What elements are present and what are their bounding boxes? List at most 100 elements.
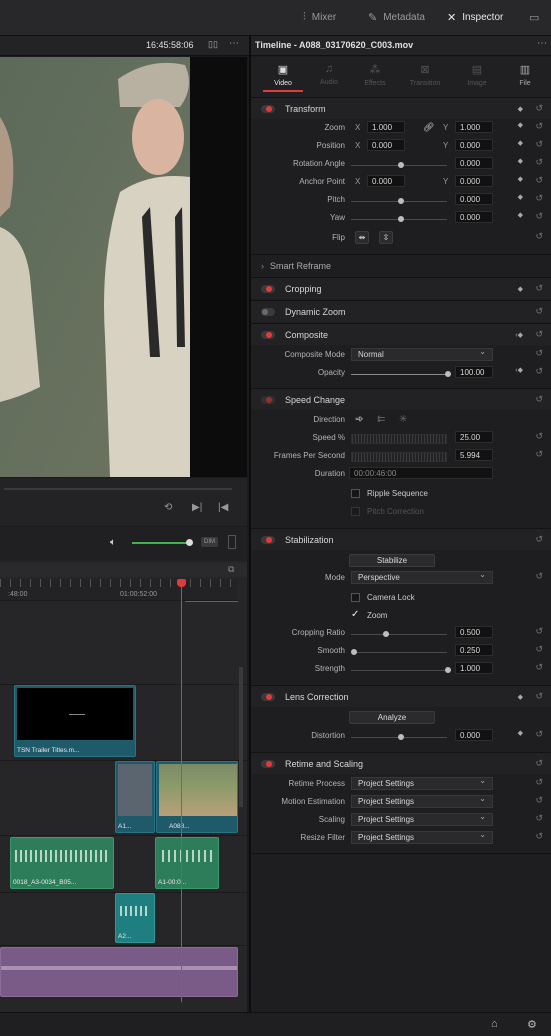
timeline-view-icon[interactable]: ⧉ [228,564,234,575]
reset-icon[interactable]: ↺ [535,662,543,673]
speaker-icon[interactable]: 🔈︎ [110,537,116,548]
keyframe-icon[interactable]: ◆ [518,139,523,147]
volume-slider[interactable] [132,542,188,544]
smooth-knob[interactable] [351,649,357,655]
dynamic-zoom-toggle[interactable] [261,307,275,316]
reset-icon[interactable]: ↺ [535,394,543,405]
tab-transition[interactable]: ⊠ Transition [403,63,447,87]
reset-icon[interactable]: ↺ [535,175,543,186]
opacity-knob[interactable] [445,371,451,377]
yaw-knob[interactable] [398,216,404,222]
cropping-ratio-knob[interactable] [383,631,389,637]
reset-icon[interactable]: ↺ [535,103,543,114]
rotation-knob[interactable] [398,162,404,168]
tab-file[interactable]: ▥ File [505,63,545,87]
lens-correction-toggle[interactable] [261,692,275,701]
reverse-icon[interactable]: ⇇ [377,414,385,425]
mixer-button[interactable]: ⫶ Mixer [303,11,336,24]
zoom-y-field[interactable]: 1.000 [455,121,493,133]
fps-field[interactable]: 5.994 [455,449,493,461]
reset-icon[interactable]: ↺ [535,571,543,582]
retime-scaling-header[interactable]: Retime and Scaling ↺ [251,752,551,774]
reset-icon[interactable]: ↺ [535,283,543,294]
transform-section-header[interactable]: Transform ◆ ↺ [251,97,551,119]
music-clip[interactable] [0,947,238,997]
next-frame-icon[interactable]: ▶| [192,502,202,513]
keyframe-icon[interactable]: ◆ [518,285,523,293]
opacity-slider[interactable] [351,374,447,375]
audio-clip-2[interactable]: A1-00:0... [155,837,219,889]
reset-icon[interactable]: ↺ [535,157,543,168]
dim-button[interactable]: DIM [201,537,218,547]
playhead-marker[interactable] [177,579,186,587]
duration-field[interactable]: 00:00:46:00 [349,467,493,479]
position-x-field[interactable]: 0.000 [367,139,405,151]
keyframe-icon[interactable]: ◆ [518,211,523,219]
volume-knob[interactable] [186,539,193,546]
reset-icon[interactable]: ↺ [535,211,543,222]
rotation-field[interactable]: 0.000 [455,157,493,169]
reset-icon[interactable]: ↺ [535,534,543,545]
viewer-options-icon[interactable]: ⋯ [229,38,239,49]
last-frame-icon[interactable]: |◀ [218,502,228,513]
reset-icon[interactable]: ↺ [535,139,543,150]
speed-change-toggle[interactable] [261,395,275,404]
distortion-knob[interactable] [398,734,404,740]
viewer-frame[interactable] [0,57,247,477]
resize-filter-dropdown[interactable]: Project Settings [351,830,493,844]
checkmark-icon[interactable]: ✓ [351,609,359,620]
lens-correction-header[interactable]: Lens Correction ◆ ↺ [251,685,551,707]
title-clip[interactable]: TSN Trailer Titles.m... [14,685,136,757]
stabilize-button[interactable]: Stabilize [349,554,435,567]
timeline-ruler[interactable]: :48:00 01:00:52:00 [0,579,238,601]
stabilization-mode-dropdown[interactable]: Perspective [351,570,493,584]
keyframe-icon[interactable]: ◆ [518,193,523,201]
reset-icon[interactable]: ↺ [535,366,543,377]
tab-audio[interactable]: ♫ Audio [309,63,349,86]
pitch-knob[interactable] [398,198,404,204]
reset-icon[interactable]: ↺ [535,644,543,655]
reset-icon[interactable]: ↺ [535,795,543,806]
dynamic-zoom-header[interactable]: Dynamic Zoom ↺ [251,300,551,322]
retime-process-dropdown[interactable]: Project Settings [351,776,493,790]
opacity-field[interactable]: 100.00 [455,366,493,378]
composite-header[interactable]: Composite ‹◆ ↺ [251,323,551,345]
strength-knob[interactable] [445,667,451,673]
cropping-ratio-slider[interactable] [351,634,447,635]
reset-icon[interactable]: ↺ [535,758,543,769]
speed-field[interactable]: 25.00 [455,431,493,443]
reset-icon[interactable]: ↺ [535,449,543,460]
reset-icon[interactable]: ↺ [535,626,543,637]
keyframe-icon[interactable]: ‹◆ [515,366,523,374]
reset-icon[interactable]: ↺ [535,729,543,740]
reset-icon[interactable]: ↺ [535,348,543,359]
smooth-slider[interactable] [351,652,447,653]
transform-toggle[interactable] [261,104,275,113]
keyframe-icon[interactable]: ◆ [518,157,523,165]
reset-icon[interactable]: ↺ [535,231,543,242]
smooth-field[interactable]: 0.250 [455,644,493,656]
keyframe-icon[interactable]: ◆ [518,105,523,113]
keyframe-icon[interactable]: ◆ [518,121,523,129]
reset-icon[interactable]: ↺ [535,777,543,788]
playhead-line[interactable] [181,579,182,1002]
video-clip-a1[interactable]: A1... [115,761,155,833]
composite-mode-dropdown[interactable]: Normal [351,347,493,361]
metadata-button[interactable]: ✎ Metadata [368,11,425,24]
fullscreen-button[interactable]: ▭ [529,11,539,24]
video-clip-a088[interactable]: A088... [156,761,238,833]
viewer-layout-icon[interactable]: ▯▯ [208,39,218,50]
timeline-scrollbar[interactable] [239,667,243,807]
smart-reframe-header[interactable]: › Smart Reframe [251,254,551,276]
stabilization-header[interactable]: Stabilization ↺ [251,528,551,550]
reset-icon[interactable]: ↺ [535,329,543,340]
reset-icon[interactable]: ↺ [535,431,543,442]
settings-gear-icon[interactable]: ⚙ [527,1018,537,1031]
strength-slider[interactable] [351,670,447,671]
distortion-field[interactable]: 0.000 [455,729,493,741]
ripple-checkbox[interactable] [351,489,360,498]
pitch-correction-checkbox[interactable] [351,507,360,516]
viewer-scrubber[interactable] [4,488,232,490]
keyframe-icon[interactable]: ◆ [518,729,523,737]
tab-effects[interactable]: ⁂ Effects [355,63,395,87]
